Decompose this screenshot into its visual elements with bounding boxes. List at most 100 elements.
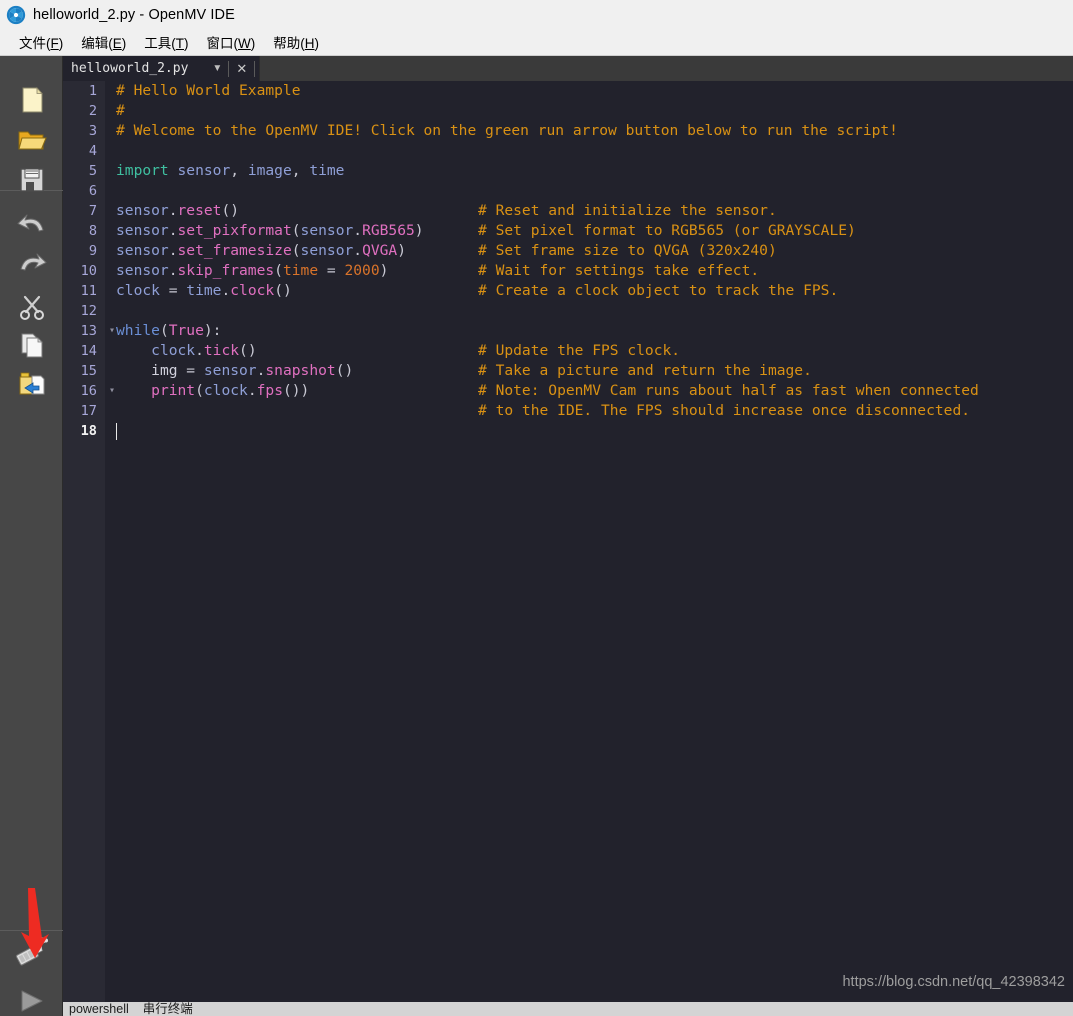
open-folder-icon [18,131,47,150]
line-number: 2 [88,103,97,119]
code-line[interactable]: 14 clock.tick() # Update the FPS clock. [63,341,1073,361]
menu-item-2[interactable]: 编辑(E) [72,30,135,55]
usb-connect-icon [15,937,48,966]
openmv-aperture-icon [6,5,26,24]
code-comment: # Update the FPS clock. [478,342,681,359]
code-line[interactable]: 17 # to the IDE. The FPS should increase … [63,401,1073,421]
code-comment: # Reset and initialize the sensor. [478,202,777,219]
code-line[interactable]: 6 [63,181,1073,201]
line-number: 12 [80,303,97,319]
code-line[interactable]: 3 # Welcome to the OpenMV IDE! Click on t… [63,121,1073,141]
text-cursor [116,423,117,440]
paste-clipboard-icon [19,372,45,395]
code-text: # [116,102,125,119]
code-text: # Welcome to the OpenMV IDE! Click on th… [116,122,898,139]
code-comment: # Create a clock object to track the FPS… [478,282,839,299]
code-text: sensor.reset() [116,202,240,219]
cut-button[interactable] [12,287,52,327]
window-title: helloworld_2.py - OpenMV IDE [33,6,235,23]
copy-button[interactable] [12,325,52,365]
bottom-panel-tab-2[interactable]: 串行终端 [143,1002,193,1016]
line-number: 5 [88,163,97,179]
menu-item-1[interactable]: 文件(F) [10,30,72,55]
menu-bar: 文件(F) 编辑(E) 工具(T) 窗口(W) 帮助(H) [0,29,1073,56]
code-line[interactable]: 9 sensor.set_framesize(sensor.QVGA) # Set … [63,241,1073,261]
line-number: 8 [88,223,97,239]
code-comment: # Note: OpenMV Cam runs about half as fa… [478,382,979,399]
openmv-ide-window: helloworld_2.py - OpenMV IDE 文件(F) 编辑(E) 工… [0,0,1073,1016]
code-lines: 1 # Hello World Example 2 #3 # Welcome to th… [63,81,1073,441]
run-button[interactable] [12,981,52,1016]
code-line[interactable]: 1 # Hello World Example [63,81,1073,101]
paste-button[interactable] [12,363,52,403]
left-toolbar [0,56,63,1016]
chevron-down-icon[interactable]: ▼ [210,63,228,74]
line-number: 1 [88,83,97,99]
code-comment: # Set pixel format to RGB565 (or GRAYSCA… [478,222,856,239]
code-text: import sensor, image, time [116,162,345,179]
editor-tab-helloworld[interactable]: helloworld_2.py ▼ ✕ [63,56,261,81]
save-floppy-icon [20,168,44,192]
close-x-icon[interactable]: ✕ [229,62,254,75]
title-bar: helloworld_2.py - OpenMV IDE [0,0,1073,29]
editor-tab-label: helloworld_2.py [71,61,189,76]
code-text: # Hello World Example [116,82,301,99]
line-number: 10 [80,263,97,279]
code-line[interactable]: 7 sensor.reset() # Reset and initialize th… [63,201,1073,221]
code-line[interactable]: 16 ▾ print(clock.fps()) # Note: OpenMV Cam… [63,381,1073,401]
menu-item-5[interactable]: 帮助(H) [264,30,328,55]
code-line[interactable]: 12 [63,301,1073,321]
new-file-button[interactable] [12,80,52,120]
code-comment: # Wait for settings take effect. [478,262,760,279]
tab-divider [254,60,256,77]
code-text: clock = time.clock() [116,282,292,299]
watermark-text: https://blog.csdn.net/qq_42398342 [842,974,1065,990]
menu-item-4[interactable]: 窗口(W) [198,30,265,55]
line-number: 4 [88,143,97,159]
editor-area: helloworld_2.py ▼ ✕ 1 # Hello World Examp… [63,56,1073,1016]
code-text: print(clock.fps()) [151,382,310,399]
line-number: 17 [80,403,97,419]
bottom-panel: powershell 串行终端 [63,1002,1073,1016]
redo-button[interactable] [12,246,52,286]
code-line[interactable]: 4 [63,141,1073,161]
line-number: 6 [88,183,97,199]
line-number: 15 [80,363,97,379]
code-line[interactable]: 8 sensor.set_pixformat(sensor.RGB565) # Se… [63,221,1073,241]
save-file-button[interactable] [12,160,52,200]
line-number: 18 [80,423,97,439]
line-number: 7 [88,203,97,219]
code-comment: # Set frame size to QVGA (320x240) [478,242,777,259]
copy-pages-icon [21,333,43,358]
code-line[interactable]: 5 import sensor, image, time [63,161,1073,181]
new-file-icon [22,86,43,113]
editor-tab-bar: helloworld_2.py ▼ ✕ [63,56,1073,81]
line-number: 13 [80,323,97,339]
code-line[interactable]: 13 ▾ while(True): [63,321,1073,341]
line-number: 11 [80,283,97,299]
code-text: sensor.set_pixformat(sensor.RGB565) [116,222,424,239]
code-text: clock.tick() [151,342,257,359]
code-comment: # to the IDE. The FPS should increase on… [478,402,971,419]
code-line[interactable]: 10 sensor.skip_frames(time = 2000) # Wait … [63,261,1073,281]
menu-item-3[interactable]: 工具(T) [135,30,197,55]
open-file-button[interactable] [12,120,52,160]
code-editor[interactable]: 1 # Hello World Example 2 #3 # Welcome to th… [63,81,1073,1016]
code-text: sensor.set_framesize(sensor.QVGA) [116,242,407,259]
code-line[interactable]: 11 clock = time.clock() # Create a clock o… [63,281,1073,301]
play-triangle-icon [21,990,43,1012]
code-line[interactable]: 18 [63,421,1073,441]
line-number: 16 [80,383,97,399]
code-text: img = sensor.snapshot() [151,362,354,379]
redo-arrow-icon [20,253,47,271]
line-number: 9 [88,243,97,259]
scissors-icon [20,295,44,320]
code-line[interactable]: 15 img = sensor.snapshot() # Take a pictu… [63,361,1073,381]
bottom-panel-tab-1[interactable]: powershell [69,1002,129,1016]
connect-button[interactable] [12,931,52,971]
code-line[interactable]: 2 # [63,101,1073,121]
undo-button[interactable] [12,207,52,247]
code-text: sensor.skip_frames(time = 2000) [116,262,389,279]
line-number: 3 [88,123,97,139]
undo-arrow-icon [17,214,44,232]
